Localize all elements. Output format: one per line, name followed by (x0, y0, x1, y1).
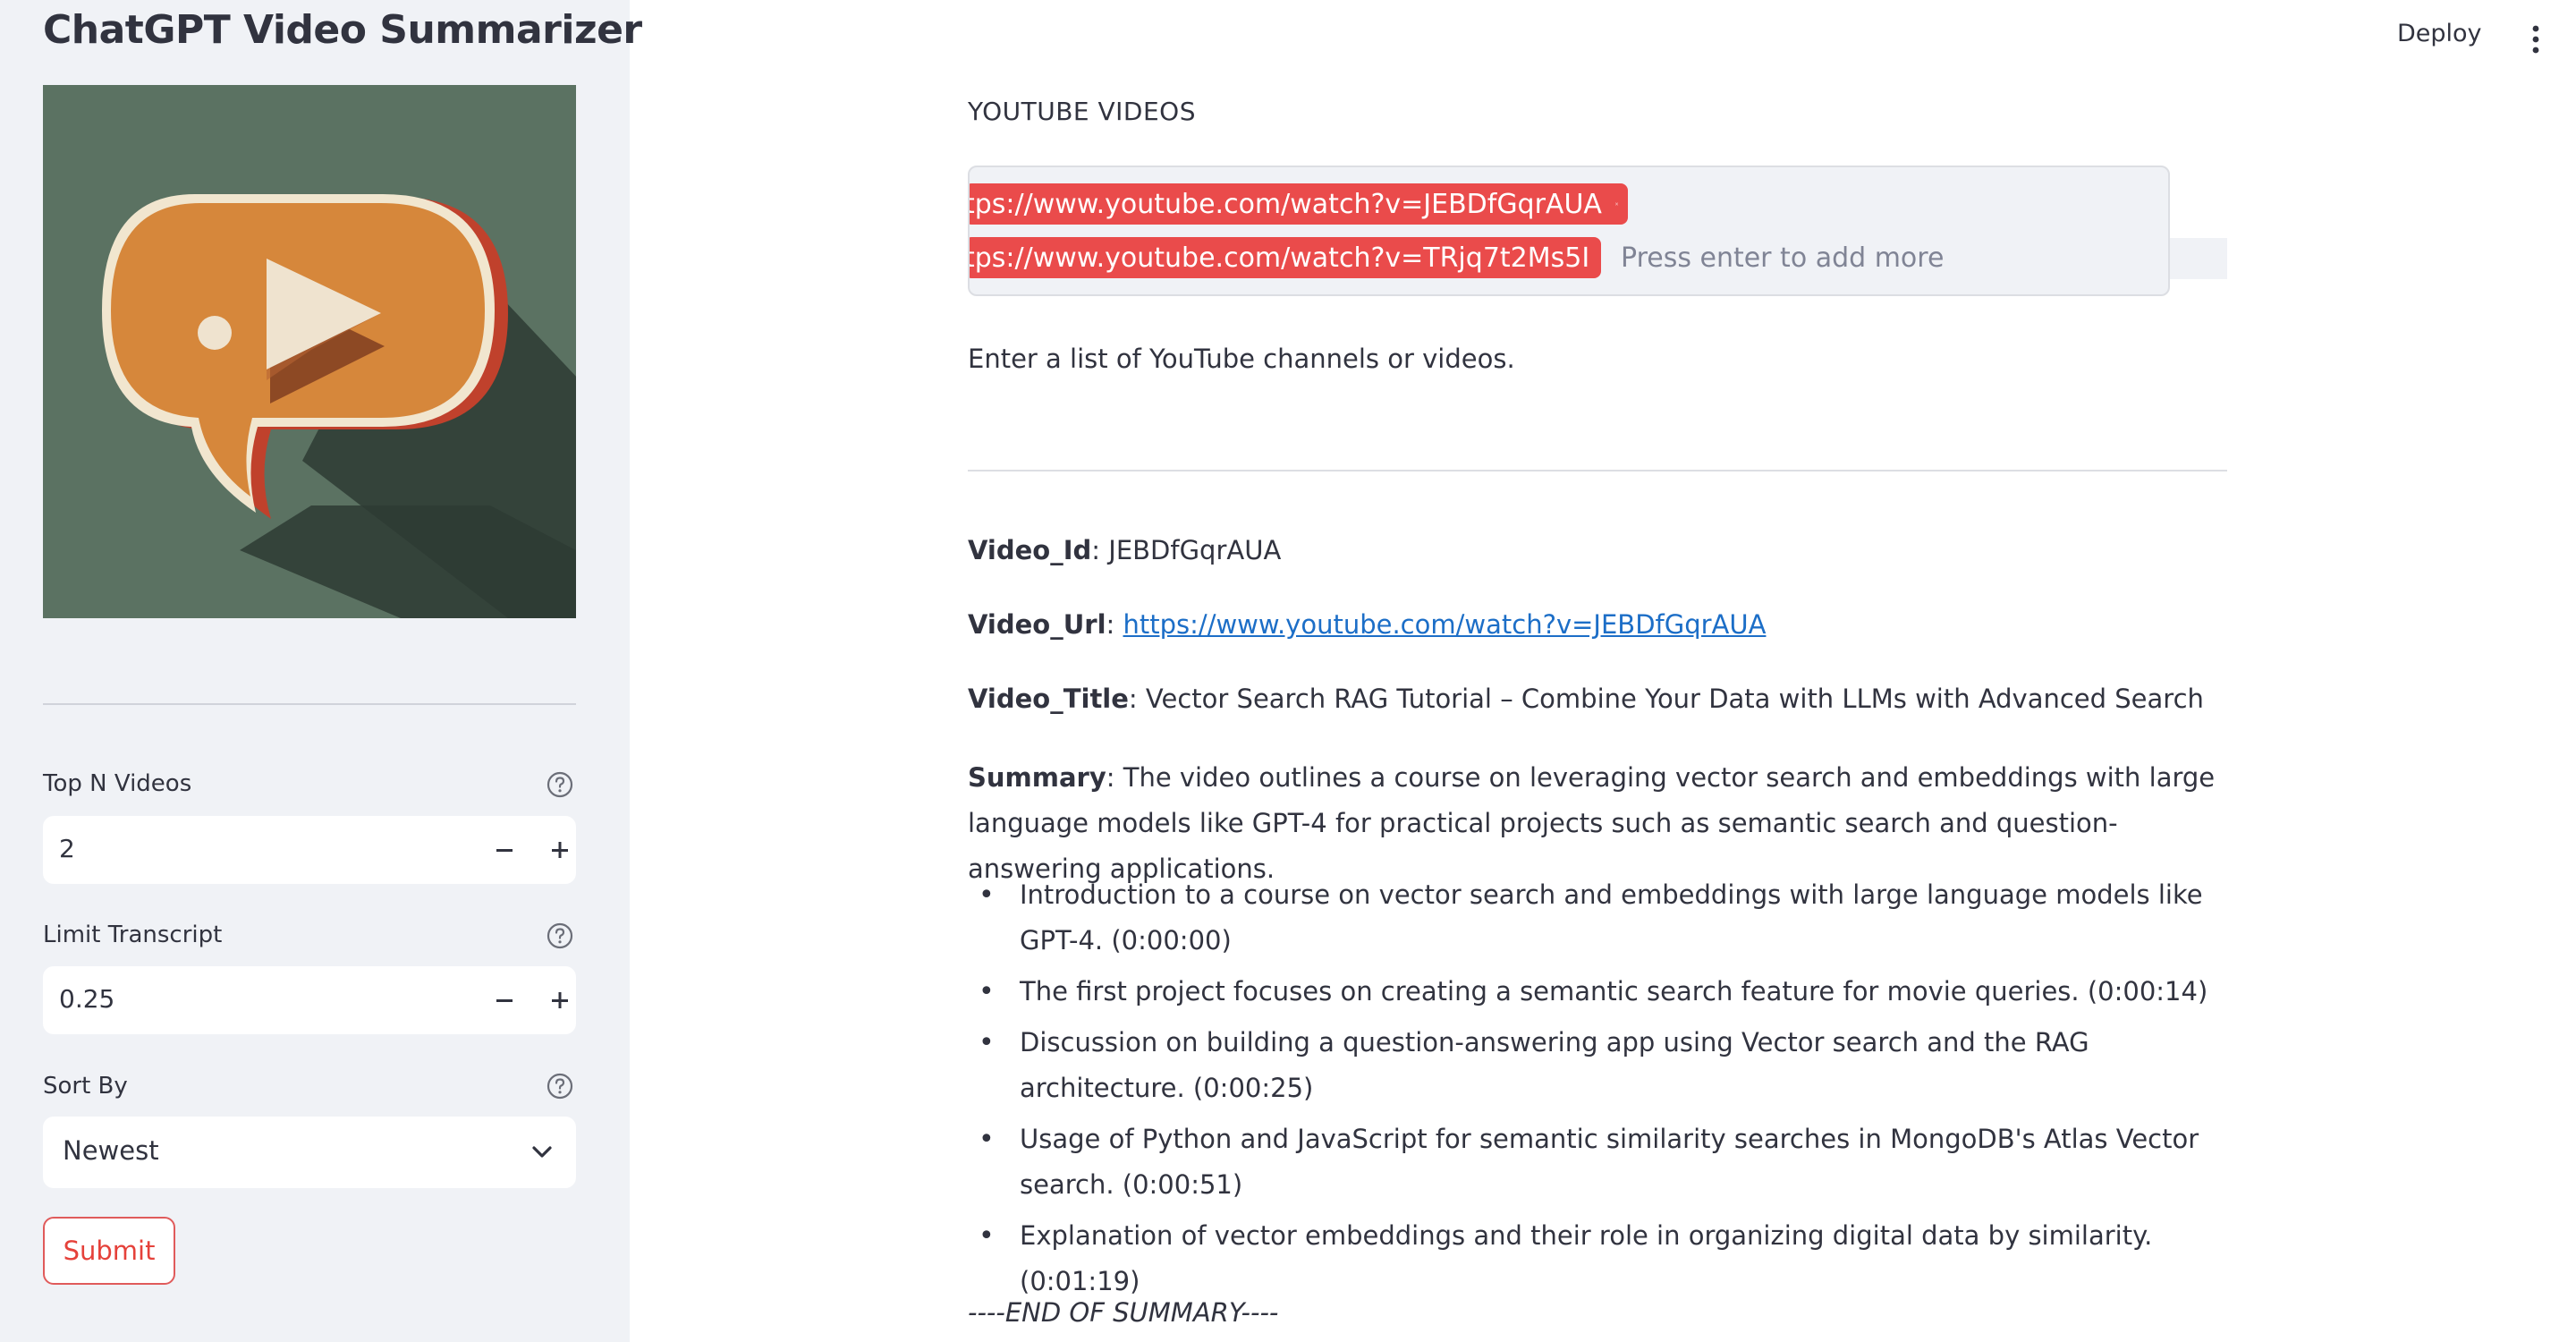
app-title: ChatGPT Video Summarizer (43, 7, 642, 53)
end-of-summary: ----END OF SUMMARY---- (968, 1297, 1279, 1328)
top-n-input[interactable]: 2 (43, 816, 576, 884)
list-item: Explanation of vector embeddings and the… (968, 1213, 2229, 1304)
app-logo (43, 85, 576, 618)
question-circle-icon[interactable] (546, 770, 574, 799)
plus-icon (552, 842, 568, 858)
chevron-down-icon (532, 1146, 552, 1158)
minus-icon (496, 849, 513, 852)
list-item: Discussion on building a question-answer… (968, 1020, 2229, 1111)
question-circle-icon[interactable] (546, 1072, 574, 1100)
sort-by-label: Sort By (43, 1073, 128, 1100)
input-caption: Enter a list of YouTube channels or vide… (968, 344, 1515, 374)
summary-bullets: Introduction to a course on vector searc… (968, 872, 2229, 1310)
list-item: Usage of Python and JavaScript for seman… (968, 1117, 2229, 1208)
video-tag-text: tps://www.youtube.com/watch?v=JEBDfGqrAU… (968, 188, 1602, 220)
minus-icon (496, 999, 513, 1002)
top-n-value[interactable]: 2 (59, 834, 75, 863)
tag-input-overflow (2170, 238, 2227, 279)
deploy-button[interactable]: Deploy (2397, 20, 2482, 47)
video-title-value: : Vector Search RAG Tutorial – Combine Y… (1128, 684, 2204, 714)
video-tag: tps://www.youtube.com/watch?v=TRjq7t2Ms5… (968, 237, 1601, 278)
video-tags-input[interactable]: tps://www.youtube.com/watch?v=JEBDfGqrAU… (968, 166, 2170, 296)
video-url-row: Video_Url: https://www.youtube.com/watch… (968, 609, 1766, 640)
tag-input-placeholder[interactable]: Press enter to add more (1621, 242, 1944, 274)
top-n-label: Top N Videos (43, 770, 192, 797)
limit-transcript-input[interactable]: 0.25 (43, 966, 576, 1034)
limit-transcript-label: Limit Transcript (43, 922, 223, 948)
video-url-key: Video_Url (968, 609, 1106, 640)
kebab-menu-icon[interactable] (2522, 21, 2549, 57)
video-url-sep: : (1106, 609, 1123, 640)
video-tag: tps://www.youtube.com/watch?v=JEBDfGqrAU… (968, 183, 1628, 225)
limit-transcript-decrement-button[interactable] (476, 972, 533, 1029)
content-divider (968, 470, 2227, 471)
video-url-link[interactable]: https://www.youtube.com/watch?v=JEBDfGqr… (1123, 609, 1767, 640)
summary-value: : The video outlines a course on leverag… (968, 762, 2216, 884)
submit-button[interactable]: Submit (43, 1217, 175, 1285)
sidebar: ChatGPT Video Summarizer Top N Videos 2 (0, 0, 642, 1342)
list-item: The first project focuses on creating a … (968, 969, 2229, 1015)
video-title-row: Video_Title: Vector Search RAG Tutorial … (968, 684, 2204, 714)
video-id-value: : JEBDfGqrAUA (1091, 535, 1282, 565)
sort-by-select[interactable]: Newest (43, 1117, 576, 1188)
question-circle-icon[interactable] (546, 922, 574, 950)
top-n-decrement-button[interactable] (476, 821, 533, 879)
video-tag-text: tps://www.youtube.com/watch?v=TRjq7t2Ms5… (968, 242, 1590, 274)
plus-icon (552, 992, 568, 1008)
limit-transcript-value[interactable]: 0.25 (59, 984, 114, 1014)
sort-by-value: Newest (63, 1135, 159, 1166)
sidebar-divider (43, 703, 576, 705)
video-title-key: Video_Title (968, 684, 1129, 714)
video-id-row: Video_Id: JEBDfGqrAUA (968, 535, 1281, 565)
summary-key: Summary (968, 762, 1106, 793)
list-item: Introduction to a course on vector searc… (968, 872, 2229, 964)
limit-transcript-increment-button[interactable] (531, 972, 589, 1029)
close-icon[interactable] (1614, 191, 1619, 217)
youtube-videos-label: YOUTUBE VIDEOS (968, 97, 1196, 126)
top-n-increment-button[interactable] (531, 821, 589, 879)
video-id-key: Video_Id (968, 535, 1092, 565)
